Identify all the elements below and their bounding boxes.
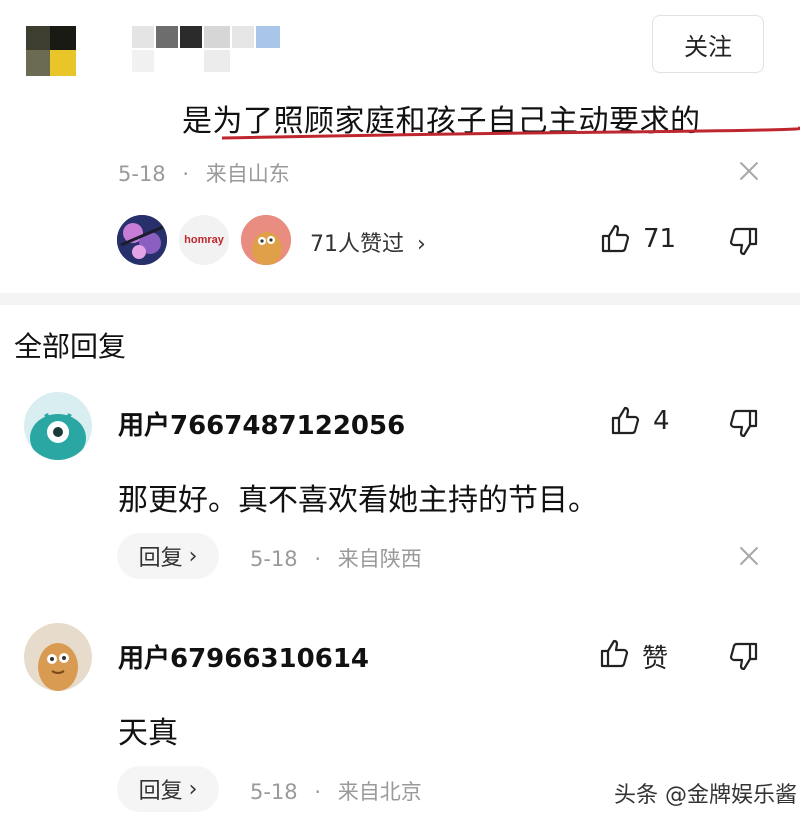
- reply-button-label: 回复: [138, 546, 183, 571]
- reply-date: 5-18: [250, 547, 298, 571]
- red-underline: [221, 126, 800, 140]
- watermark: 头条 @金牌娱乐酱: [614, 783, 797, 808]
- comment-date: 5-18: [118, 162, 166, 186]
- reply-button[interactable]: 回复 ›: [117, 533, 219, 579]
- reply-like-count: 4: [653, 406, 670, 436]
- main-comment-meta: 5-18 · 来自山东: [118, 158, 290, 188]
- reply-like-label: 赞: [642, 644, 669, 674]
- follow-button[interactable]: 关注: [652, 15, 764, 73]
- section-divider: [0, 293, 800, 305]
- close-icon[interactable]: [739, 546, 759, 566]
- thumbs-up-icon[interactable]: [598, 637, 630, 669]
- chevron-right-icon: ›: [417, 232, 426, 257]
- like-count: 71: [643, 224, 677, 254]
- reply-username[interactable]: 用户7667487122056: [118, 405, 405, 442]
- thumbs-up-icon[interactable]: [599, 222, 631, 254]
- liker-avatar[interactable]: [241, 215, 291, 265]
- likes-summary-link[interactable]: 71人赞过 ›: [310, 226, 426, 258]
- chevron-right-icon: ›: [188, 776, 198, 802]
- homray-logo: homray: [184, 234, 224, 246]
- reply-avatar[interactable]: [24, 392, 92, 460]
- reply-username[interactable]: 用户67966310614: [118, 638, 369, 675]
- reply-button[interactable]: 回复 ›: [117, 766, 219, 812]
- reply-avatar[interactable]: [24, 623, 92, 691]
- liker-avatar[interactable]: [117, 215, 167, 265]
- meta-separator: ·: [314, 547, 322, 571]
- meta-separator: ·: [182, 162, 190, 186]
- comment-location: 来自山东: [205, 162, 290, 186]
- reply-location: 来自北京: [337, 780, 422, 804]
- reply-text: 那更好。真不喜欢看她主持的节目。: [118, 483, 598, 518]
- liker-avatar-homray[interactable]: homray: [179, 215, 229, 265]
- reply-location: 来自陕西: [337, 547, 422, 571]
- thumbs-down-icon[interactable]: [728, 408, 760, 440]
- chevron-right-icon: ›: [188, 543, 198, 569]
- likes-summary-text: 71人赞过: [310, 232, 404, 257]
- thumbs-down-icon[interactable]: [728, 641, 760, 673]
- reply-meta: 5-18 · 来自陕西: [250, 543, 422, 573]
- thumbs-down-icon[interactable]: [728, 226, 760, 258]
- reply-date: 5-18: [250, 780, 298, 804]
- reply-meta: 5-18 · 来自北京: [250, 776, 422, 806]
- all-replies-title: 全部回复: [14, 330, 127, 363]
- reply-text: 天真: [118, 716, 178, 751]
- thumbs-up-icon[interactable]: [609, 404, 641, 436]
- meta-separator: ·: [314, 780, 322, 804]
- reply-button-label: 回复: [138, 779, 183, 804]
- close-icon[interactable]: [739, 161, 759, 181]
